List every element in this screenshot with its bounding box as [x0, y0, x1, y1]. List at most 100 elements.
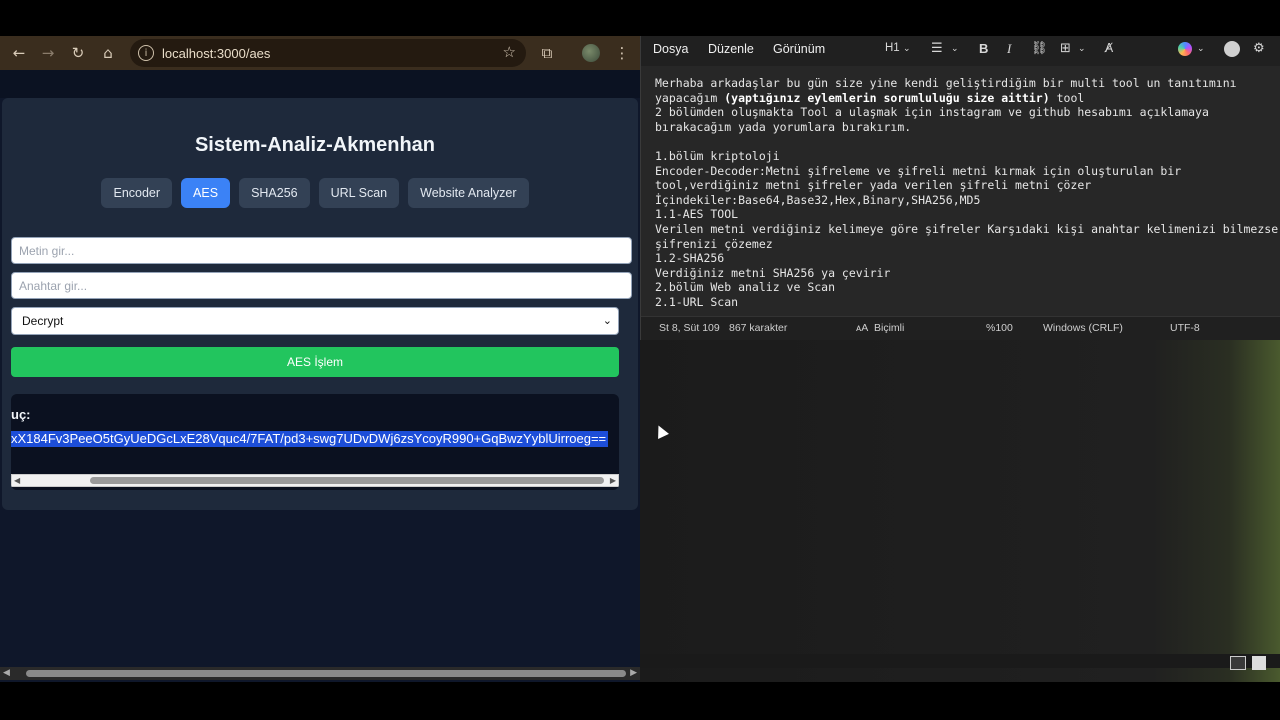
notepad-line[interactable]: 2.1-URL Scan	[655, 295, 1271, 310]
notepad-line[interactable]	[655, 134, 1271, 149]
status-format[interactable]: Biçimli	[874, 322, 904, 334]
status-zoom[interactable]: %100	[986, 322, 1013, 334]
address-bar[interactable]: i localhost:3000/aes ☆	[130, 39, 526, 67]
notepad-text-area[interactable]: Merhaba arkadaşlar bu gün size yine kend…	[655, 76, 1278, 310]
tab-encoder[interactable]: Encoder	[101, 178, 173, 208]
notepad-line[interactable]: İçindekiler:Base64,Base32,Hex,Binary,SHA…	[655, 193, 1271, 208]
status-char-count: 867 karakter	[729, 322, 788, 334]
browser-toolbar: ← → ↻ ⌂ i localhost:3000/aes ☆ ⧉ ⋮	[0, 36, 640, 70]
scroll-left-icon[interactable]: ◀	[14, 475, 20, 486]
profile-avatar[interactable]	[582, 44, 600, 62]
page-title: Sistem-Analiz-Akmenhan	[194, 134, 436, 156]
notepad-run: şifrenizi çözemez	[655, 236, 773, 251]
table-icon[interactable]: ⊞	[1060, 41, 1071, 56]
notepad-line[interactable]: 1.bölüm kriptoloji	[655, 149, 1271, 164]
list-icon[interactable]: ☰	[931, 41, 943, 56]
notepad-run: Merhaba arkadaşlar bu gün size yine kend…	[655, 76, 1237, 90]
notepad-window: Dosya Düzenle Görünüm H1 ⌄ ☰ ⌄ B I ⛓ ⊞ ⌄…	[640, 36, 1280, 340]
status-position: St 8, Süt 109	[659, 322, 720, 334]
chevron-down-icon[interactable]: ⌄	[951, 44, 959, 54]
app-card: Sistem-Analiz-Akmenhan Encoder AES SHA25…	[2, 98, 638, 510]
view-single-icon[interactable]	[1252, 656, 1266, 670]
key-input[interactable]: Anahtar gir...	[11, 272, 632, 299]
chevron-down-icon[interactable]: ⌄	[1078, 44, 1086, 54]
notepad-run: 2 bölümden oluşmakta Tool a ulaşmak için…	[655, 105, 1209, 120]
notepad-run: 2.1-URL Scan	[655, 294, 739, 309]
text-input[interactable]: Metin gir...	[11, 237, 632, 264]
notepad-line[interactable]: Verilen metni verdiğiniz kelimeye göre ş…	[655, 222, 1278, 237]
heading-button[interactable]: H1	[885, 42, 900, 54]
extensions-icon[interactable]: ⧉	[536, 42, 558, 64]
notepad-run: 2.bölüm Web analiz ve Scan	[655, 280, 836, 295]
forward-arrow-icon[interactable]: →	[37, 42, 59, 64]
mode-select-value: Decrypt	[22, 314, 64, 328]
notepad-menubar: Dosya Düzenle Görünüm H1 ⌄ ☰ ⌄ B I ⛓ ⊞ ⌄…	[641, 36, 1280, 66]
notepad-line[interactable]: 1.1-AES TOOL	[655, 207, 1271, 222]
notepad-line[interactable]: tool,verdiğiniz metni şifreler yada veri…	[655, 178, 1271, 193]
aes-run-button[interactable]: AES İşlem	[11, 347, 619, 377]
chevron-down-icon[interactable]: ⌄	[1197, 44, 1205, 54]
chevron-down-icon[interactable]: ⌄	[903, 44, 911, 54]
menu-edit[interactable]: Düzenle	[708, 42, 754, 56]
page-top-strip	[0, 70, 640, 98]
browser-window: ← → ↻ ⌂ i localhost:3000/aes ☆ ⧉ ⋮ Siste…	[0, 36, 640, 682]
link-icon[interactable]: ⛓	[1031, 41, 1048, 56]
gear-icon[interactable]: ⚙	[1253, 41, 1265, 56]
site-info-icon[interactable]: i	[138, 45, 154, 61]
copilot-icon[interactable]	[1178, 42, 1192, 56]
result-scrollbar-thumb[interactable]	[90, 477, 604, 484]
tab-sha256[interactable]: SHA256	[239, 178, 310, 208]
notepad-run: İçindekiler:Base64,Base32,Hex,Binary,SHA…	[655, 192, 981, 207]
notepad-line[interactable]: yapacağım (yaptığınız eylemlerin sorumlu…	[655, 91, 1271, 106]
clear-formatting-icon[interactable]: A̸	[1105, 41, 1113, 55]
status-encoding: UTF-8	[1170, 322, 1200, 334]
desktop-area	[640, 340, 1280, 682]
notepad-line[interactable]: 2.bölüm Web analiz ve Scan	[655, 280, 1271, 295]
view-list-icon[interactable]	[1230, 656, 1246, 670]
account-icon[interactable]	[1224, 41, 1240, 57]
scroll-left-icon[interactable]: ◀	[3, 668, 10, 678]
notepad-line[interactable]: 1.2-SHA256	[655, 251, 1271, 266]
notepad-bold-run: (yaptığınız eylemlerin sorumluluğu size …	[724, 90, 1050, 105]
result-scrollbar[interactable]: ◀ ▶	[11, 474, 619, 487]
italic-icon[interactable]: I	[1007, 41, 1011, 57]
notepad-line[interactable]: Verdiğiniz metni SHA256 ya çevirir	[655, 266, 1271, 281]
notepad-line[interactable]: Encoder-Decoder:Metni şifreleme ve şifre…	[655, 164, 1271, 179]
notepad-line[interactable]: 2 bölümden oluşmakta Tool a ulaşmak için…	[655, 105, 1271, 120]
result-box: uç: xX184Fv3PeeO5tGyUeDGcLxE28Vquc4/7FAT…	[11, 394, 619, 490]
mode-select[interactable]: Decrypt ⌄	[11, 307, 619, 335]
notepad-run: yapacağım	[655, 90, 725, 105]
back-arrow-icon[interactable]: ←	[8, 42, 30, 64]
notepad-statusbar: St 8, Süt 109 867 karakter ᴀA Biçimli %1…	[641, 316, 1280, 340]
chevron-down-icon: ⌄	[602, 314, 612, 327]
status-line-endings: Windows (CRLF)	[1043, 322, 1123, 334]
home-icon[interactable]: ⌂	[97, 42, 119, 64]
tab-aes[interactable]: AES	[181, 178, 231, 208]
notepad-run: tool	[1049, 90, 1085, 105]
scroll-right-icon[interactable]: ▶	[630, 668, 637, 678]
notepad-run: 1.2-SHA256	[655, 251, 725, 266]
page-horizontal-scrollbar[interactable]: ◀ ▶	[0, 667, 640, 680]
tab-url-scan[interactable]: URL Scan	[318, 178, 400, 208]
screen: ← → ↻ ⌂ i localhost:3000/aes ☆ ⧉ ⋮ Siste…	[0, 0, 1280, 720]
scroll-right-icon[interactable]: ▶	[610, 475, 616, 486]
menu-view[interactable]: Görünüm	[773, 42, 825, 56]
notepad-line[interactable]: Merhaba arkadaşlar bu gün size yine kend…	[655, 76, 1271, 91]
kebab-menu-icon[interactable]: ⋮	[611, 42, 633, 64]
reload-icon[interactable]: ↻	[67, 42, 89, 64]
menu-file[interactable]: Dosya	[653, 42, 688, 56]
notepad-run: 1.1-AES TOOL	[655, 207, 739, 222]
bold-icon[interactable]: B	[979, 41, 988, 56]
mouse-cursor	[653, 423, 669, 439]
notepad-line[interactable]: şifrenizi çözemez	[655, 237, 1271, 252]
notepad-run: Verdiğiniz metni SHA256 ya çevirir	[655, 265, 891, 280]
result-value[interactable]: xX184Fv3PeeO5tGyUeDGcLxE28Vquc4/7FAT/pd3…	[11, 431, 609, 447]
notepad-run: Verilen metni verdiğiniz kelimeye göre ş…	[655, 221, 1279, 236]
notepad-line[interactable]: bırakacağım yada yorumlara bırakırım.	[655, 120, 1271, 135]
text-format-icon[interactable]: ᴀA	[856, 322, 868, 334]
tab-website-analyzer[interactable]: Website Analyzer	[408, 178, 529, 208]
desktop-bottom-bar	[640, 654, 1280, 668]
address-url[interactable]: localhost:3000/aes	[162, 46, 270, 61]
star-icon[interactable]: ☆	[503, 43, 516, 61]
page-scrollbar-thumb[interactable]	[26, 670, 626, 677]
